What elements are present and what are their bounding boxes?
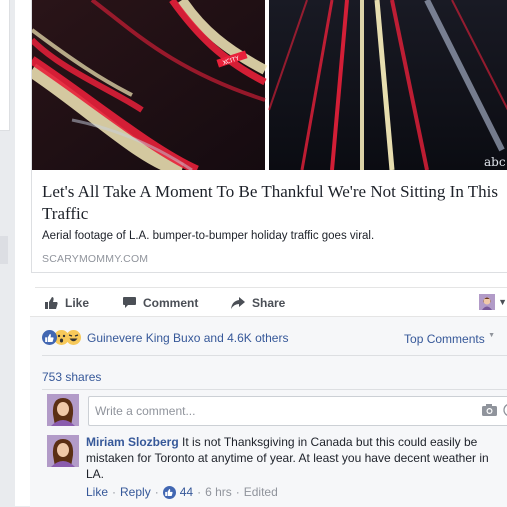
separator-dot: · <box>197 485 202 499</box>
share-label: Share <box>252 296 286 310</box>
separator-dot: · <box>154 485 159 499</box>
comment-author[interactable]: Miriam Slozberg <box>86 435 179 449</box>
comment-time[interactable]: 6 hrs <box>205 485 232 499</box>
left-card <box>0 0 10 131</box>
separator-dot: · <box>235 485 240 499</box>
left-column <box>0 0 13 506</box>
like-reaction-icon <box>42 330 57 345</box>
left-gray-block <box>0 236 8 264</box>
separator-dot: · <box>112 485 117 499</box>
post: XCITY abc NEW Let's All Take A Moment To… <box>15 0 507 507</box>
avatar-image <box>47 435 79 467</box>
reaction-as-selector[interactable]: ▼ <box>479 294 507 310</box>
thumb-up-icon <box>45 297 58 309</box>
link-domain: SCARYMOMMY.COM <box>42 253 149 265</box>
commenter-avatar[interactable] <box>47 394 79 426</box>
link-preview-card[interactable]: XCITY abc NEW Let's All Take A Moment To… <box>31 0 507 273</box>
comment-input[interactable]: Write a comment... <box>88 396 507 426</box>
divider <box>42 389 507 390</box>
comment-meta: Like · Reply · 44 · 6 hrs · Edited <box>86 485 278 499</box>
comment-label: Comment <box>143 296 199 310</box>
link-headline[interactable]: Let's All Take A Moment To Be Thankful W… <box>42 181 502 225</box>
share-arrow-icon <box>231 297 245 309</box>
avatar-image <box>482 297 493 310</box>
commenter-avatar[interactable] <box>47 435 79 467</box>
comment-reply-link[interactable]: Reply <box>120 485 151 499</box>
post-actions: Like Comment Share ▼ <box>35 287 507 316</box>
comment-sort-dropdown[interactable]: Top Comments ▼ <box>404 332 495 346</box>
like-label: Like <box>65 296 90 310</box>
watermark-text: abc NEW <box>484 155 507 169</box>
avatar <box>479 294 496 310</box>
comment-like-count[interactable]: 44 <box>180 485 193 499</box>
share-button[interactable]: Share <box>231 296 285 310</box>
comment-edited[interactable]: Edited <box>244 485 278 499</box>
comment-input-placeholder: Write a comment... <box>95 404 196 418</box>
link-description: Aerial footage of L.A. bumper-to-bumper … <box>42 230 375 242</box>
camera-icon[interactable] <box>482 404 497 416</box>
comment-button[interactable]: Comment <box>123 296 198 310</box>
traffic-photo-image: XCITY abc NEW <box>32 0 507 170</box>
comment-sort-label: Top Comments <box>404 332 485 346</box>
reaction-summary-text[interactable]: Guinevere King Buxo and 4.6K others <box>87 331 288 345</box>
chevron-down-icon: ▼ <box>488 332 495 339</box>
divider <box>42 355 507 356</box>
shares-count[interactable]: 753 shares <box>42 370 101 384</box>
reactions-and-comments: Guinevere King Buxo and 4.6K others Top … <box>30 316 507 507</box>
like-button[interactable]: Like <box>45 296 89 310</box>
comment-body: Miriam Slozberg It is not Thanksgiving i… <box>86 434 496 482</box>
chevron-down-icon: ▼ <box>498 297 507 307</box>
speech-bubble-icon <box>123 297 136 308</box>
like-reaction-icon <box>162 485 176 499</box>
avatar-image <box>47 394 79 426</box>
traffic-photo[interactable]: XCITY abc NEW <box>32 0 507 170</box>
comment-like-link[interactable]: Like <box>86 485 108 499</box>
reaction-summary[interactable]: Guinevere King Buxo and 4.6K others <box>42 330 288 345</box>
emoji-icon[interactable] <box>503 403 507 417</box>
